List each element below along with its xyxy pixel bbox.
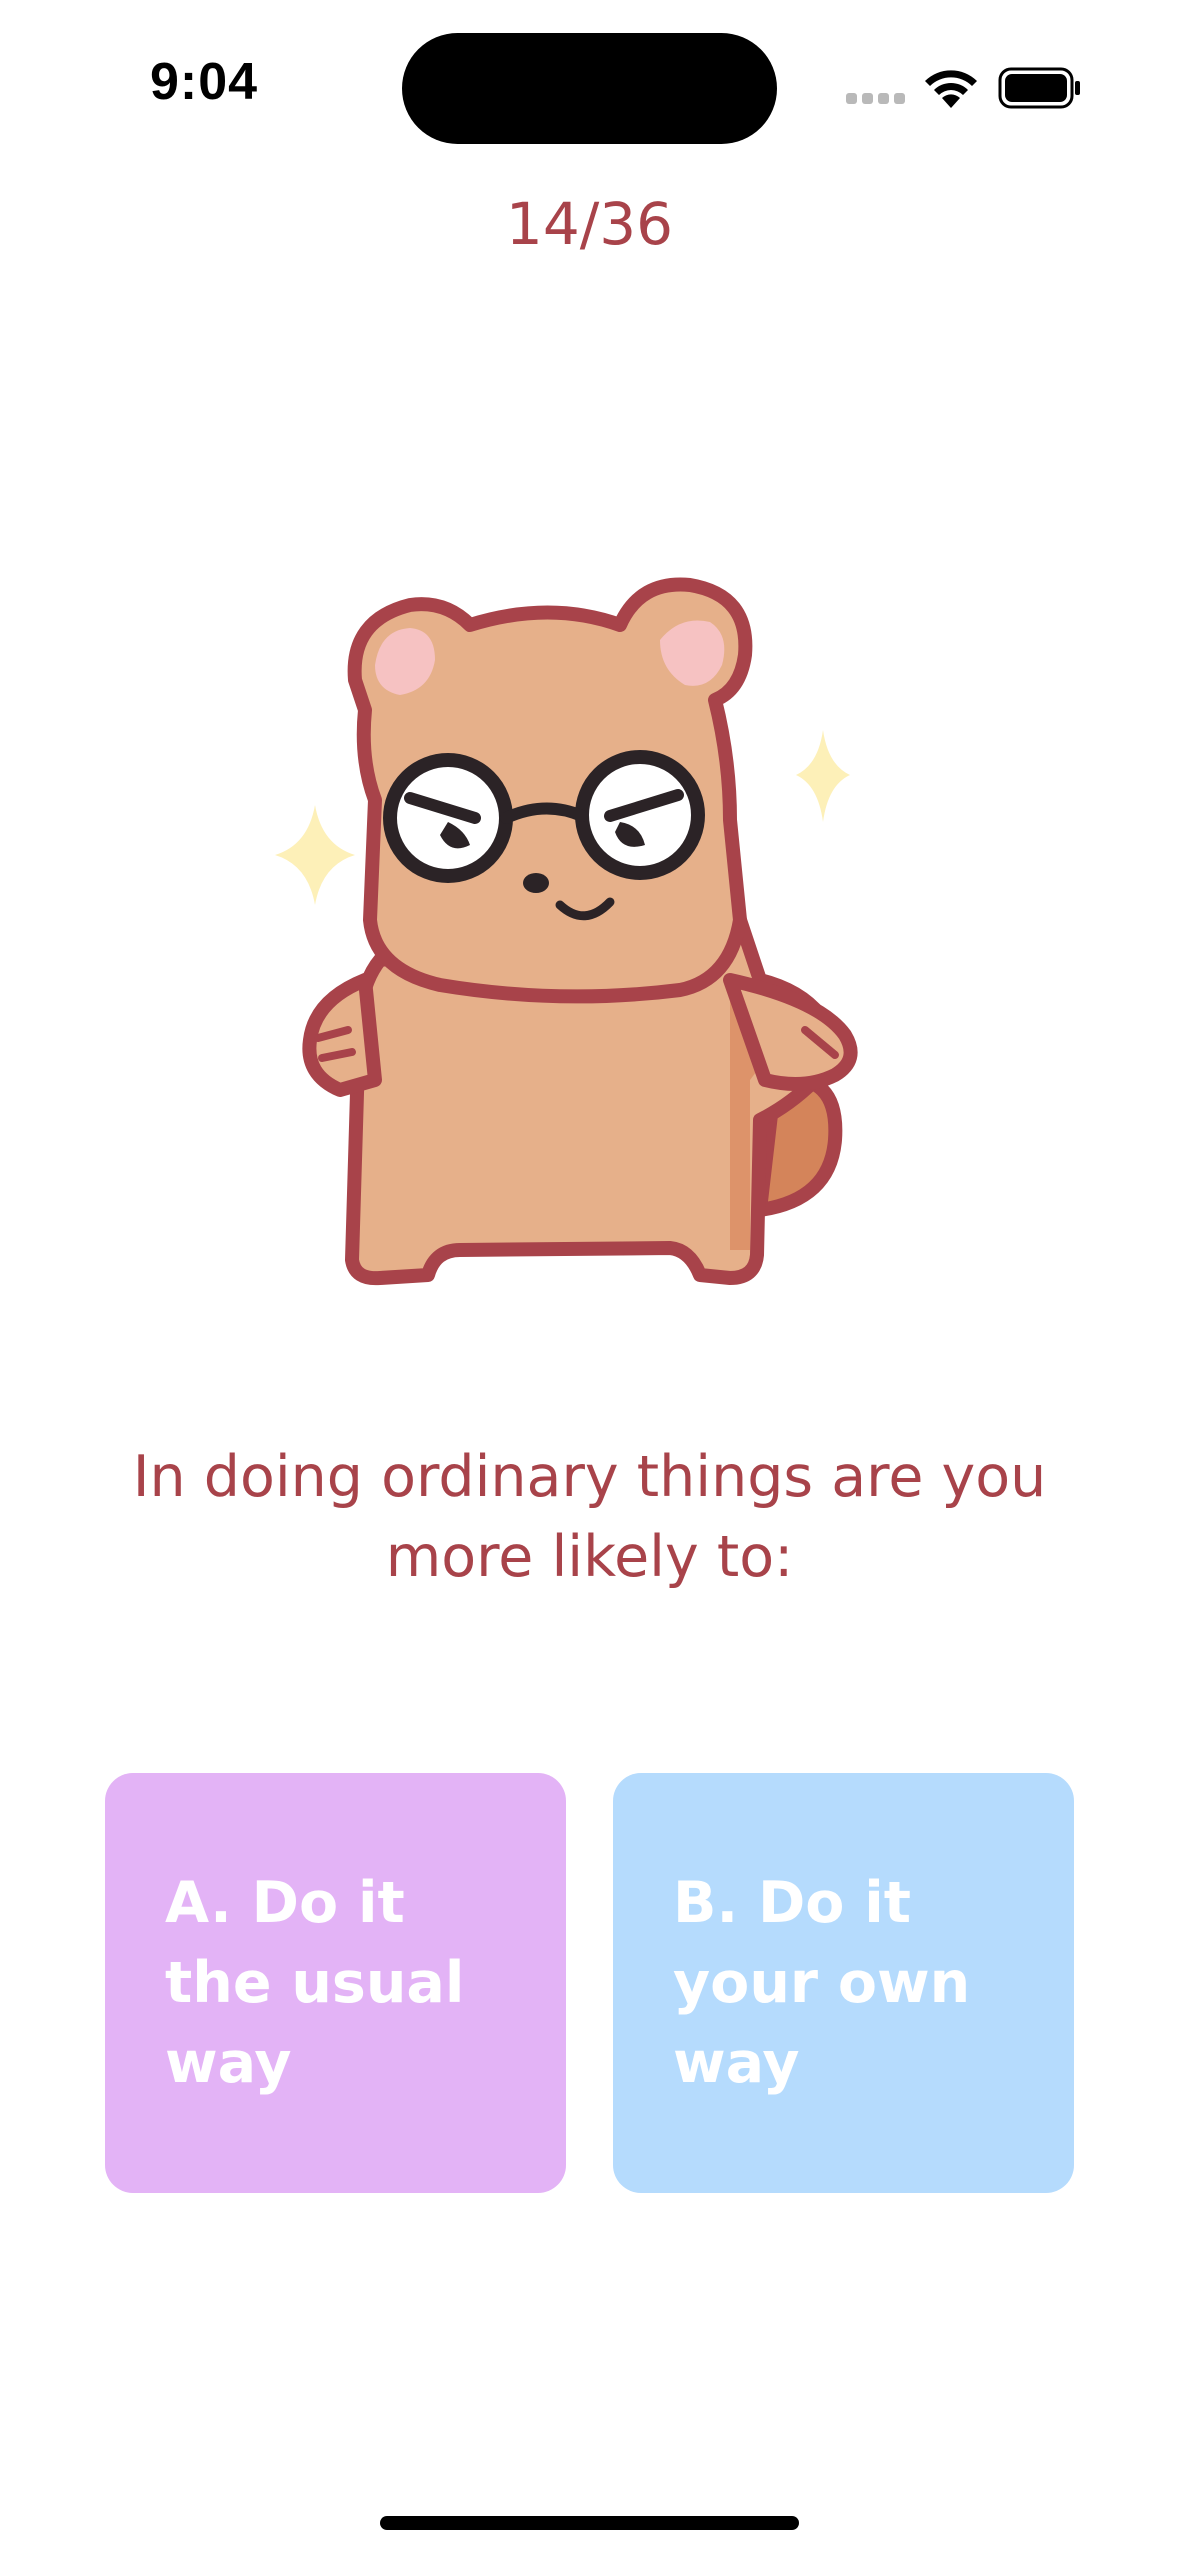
status-time: 9:04	[150, 53, 259, 111]
status-bar: 9:04	[0, 0, 1179, 170]
sparkle-icon	[796, 730, 850, 822]
option-b-button[interactable]: B. Do it your own way	[613, 1773, 1074, 2193]
dynamic-island	[402, 33, 777, 144]
bear-with-glasses-illustration	[275, 577, 858, 1286]
home-indicator[interactable]	[380, 2516, 799, 2530]
option-b-label: B. Do it your own way	[673, 1870, 971, 2096]
wifi-icon	[925, 70, 977, 108]
sparkle-icon	[275, 805, 355, 905]
cellular-signal-icon	[846, 93, 906, 107]
option-a-label: A. Do it the usual way	[165, 1870, 465, 2096]
question-progress: 14/36	[505, 190, 674, 258]
question-text: In doing ordinary things are you more li…	[132, 1444, 1047, 1590]
battery-icon	[998, 67, 1080, 109]
option-a-button[interactable]: A. Do it the usual way	[105, 1773, 566, 2193]
